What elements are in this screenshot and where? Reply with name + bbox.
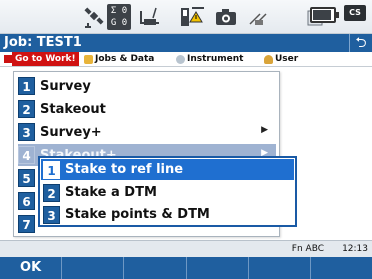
instrument-icon [176, 54, 185, 64]
softkey-6[interactable] [311, 257, 372, 279]
submenu-item-number: 2 [43, 183, 60, 202]
user-label: User [275, 54, 299, 64]
user-icon [264, 54, 273, 64]
submenu-item-label: Stake to ref line [65, 162, 184, 177]
satellite-counter: Σ 0 G 0 [107, 4, 131, 30]
menu-item-label: Stakeout [40, 101, 106, 117]
menu-item-number: 5 [18, 169, 35, 187]
status-bar: Σ 0 G 0 CS [0, 0, 372, 34]
go-to-work-icon [4, 55, 12, 63]
stakeout-plus-submenu: 1 Stake to ref line 2 Stake a DTM 3 Stak… [38, 156, 297, 227]
menu-bar: Go to Work! Jobs & Data Instrument User [0, 52, 372, 67]
menu-item-number: 7 [18, 215, 35, 233]
menu-item-number: 4 [18, 146, 35, 164]
camera-icon[interactable] [214, 4, 238, 30]
menu-item-number: 3 [18, 123, 35, 141]
instrument-menu[interactable]: Instrument [176, 52, 243, 66]
softkey-2[interactable] [62, 257, 125, 279]
antenna-icon[interactable] [246, 4, 270, 30]
clock: 12:13 [342, 244, 368, 254]
radio-icon[interactable] [138, 4, 162, 30]
submenu-item-label: Stake a DTM [65, 185, 157, 200]
go-to-work-menu[interactable]: Go to Work! [12, 52, 79, 66]
total-station-icon[interactable] [180, 4, 206, 30]
info-bar: Fn ABC 12:13 [0, 240, 372, 258]
menu-item-label: Survey+ [40, 124, 102, 140]
back-arrow-icon[interactable]: ⮌ [349, 34, 372, 52]
satellite-icon[interactable] [84, 4, 104, 30]
folder-icon [84, 54, 93, 64]
submenu-item-number: 1 [43, 160, 60, 179]
menu-item-number: 2 [18, 100, 35, 118]
menu-item-survey-plus[interactable]: 3 Survey+ ▶ [18, 121, 276, 143]
softkey-4[interactable] [187, 257, 249, 279]
menu-item-number: 1 [18, 77, 35, 95]
menu-item-survey[interactable]: 1 Survey [18, 75, 276, 97]
ok-button[interactable]: OK [0, 257, 63, 279]
submenu-item-label: Stake points & DTM [65, 207, 210, 222]
submenu-item-stake-to-ref-line[interactable]: 1 Stake to ref line [41, 159, 294, 180]
softkey-3[interactable] [124, 257, 187, 279]
submenu-item-stake-a-dtm[interactable]: 2 Stake a DTM [41, 182, 294, 203]
menu-item-number: 6 [18, 192, 35, 210]
counter-top: Σ 0 [110, 6, 128, 16]
cs-badge: CS [344, 5, 366, 21]
title-bar: Job: TEST1 ⮌ [0, 34, 372, 52]
softkey-bar: OK [0, 257, 372, 279]
submenu-arrow-icon: ▶ [261, 125, 268, 135]
menu-item-stakeout[interactable]: 2 Stakeout [18, 98, 276, 120]
submenu-item-number: 3 [43, 205, 60, 224]
submenu-item-stake-points-dtm[interactable]: 3 Stake points & DTM [41, 204, 294, 225]
fn-abc-indicator: Fn ABC [291, 244, 324, 254]
battery-level [310, 7, 339, 23]
instrument-label: Instrument [187, 54, 244, 64]
user-menu[interactable]: User [264, 52, 298, 66]
softkey-5[interactable] [249, 257, 311, 279]
jobs-data-menu[interactable]: Jobs & Data [84, 52, 154, 66]
page-title: Job: TEST1 [4, 35, 82, 50]
counter-bottom: G 0 [110, 18, 128, 28]
menu-item-label: Survey [40, 78, 91, 94]
jobs-data-label: Jobs & Data [95, 54, 155, 64]
